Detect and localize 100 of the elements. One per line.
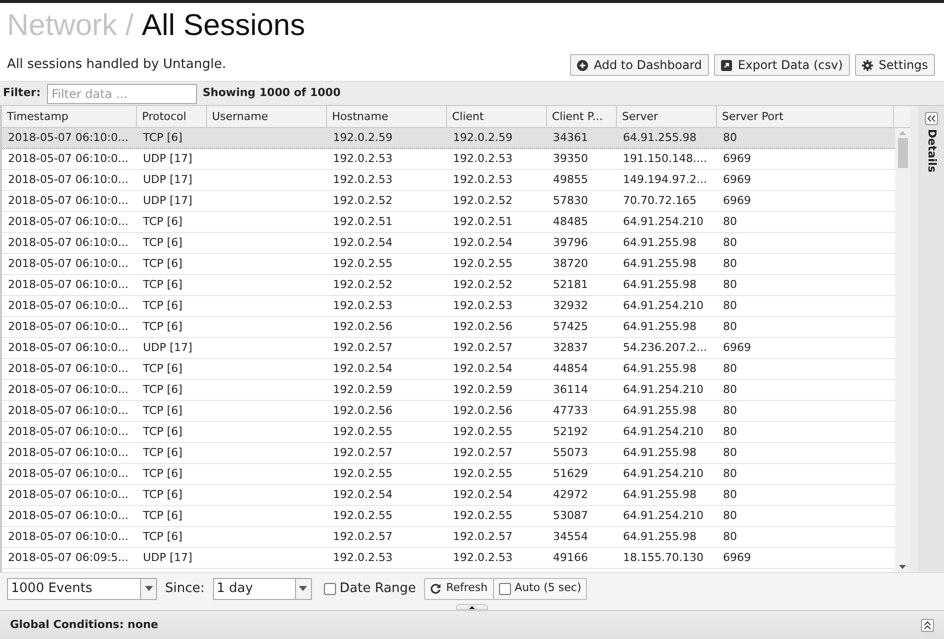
refresh-icon [430, 583, 442, 594]
table-cell: 57830 [553, 194, 588, 207]
table-cell: TCP [6] [143, 320, 182, 333]
table-cell: 2018-05-07 06:10:0... [8, 152, 128, 165]
column-header[interactable]: Timestamp [2, 106, 137, 127]
table-cell: 2018-05-07 06:10:0... [8, 383, 128, 396]
table-cell: TCP [6] [143, 404, 182, 417]
checkbox[interactable] [498, 582, 511, 594]
table-cell: 192.0.2.55 [333, 257, 392, 270]
dropdown[interactable]: 1000 Events [7, 578, 157, 600]
table-cell: UDP [17] [143, 194, 192, 207]
table-cell: 192.0.2.52 [333, 194, 392, 207]
table-cell: TCP [6] [143, 467, 182, 480]
toolbar-button[interactable]: Add to Dashboard [570, 54, 709, 76]
table-cell: 192.0.2.56 [453, 320, 512, 333]
table-cell: 2018-05-07 06:10:0... [8, 488, 128, 501]
table-cell: 2018-05-07 06:10:0... [8, 320, 128, 333]
table-cell: 64.91.254.210 [623, 467, 704, 480]
table-cell: 2018-05-07 06:10:0... [8, 446, 128, 459]
checkbox-label[interactable]: Date Range [340, 578, 416, 598]
table-cell: 192.0.2.56 [333, 404, 392, 417]
table-cell: 192.0.2.54 [333, 362, 392, 375]
global-conditions-bar[interactable]: Global Conditions: none [0, 610, 944, 639]
toolbar-button[interactable]: Settings [854, 54, 935, 76]
table-cell: 6969 [723, 173, 751, 186]
table-cell: 191.150.148.... [623, 152, 707, 165]
plus-circle-icon [576, 60, 588, 70]
table-cell: 192.0.2.52 [453, 278, 512, 291]
table-cell: TCP [6] [143, 383, 182, 396]
table-cell: 149.194.97.2... [623, 173, 707, 186]
scroll-down-icon[interactable] [899, 565, 906, 569]
table-cell: 2018-05-07 06:10:0... [8, 341, 128, 354]
table-cell: 6969 [723, 194, 751, 207]
table-cell: 2018-05-07 06:09:5... [8, 551, 128, 564]
table-cell: UDP [17] [143, 173, 192, 186]
column-header[interactable]: Hostname [327, 106, 447, 127]
column-header[interactable]: Server [617, 106, 717, 127]
filter-field[interactable]: Filter data ... [46, 84, 197, 104]
table-cell: 80 [723, 530, 737, 543]
table-cell: 80 [723, 488, 737, 501]
column-header[interactable]: Client P... [547, 106, 617, 127]
table-cell: 80 [723, 131, 737, 144]
table-cell: 36114 [553, 383, 588, 396]
dropdown[interactable]: 1 day [212, 578, 312, 600]
table-cell: TCP [6] [143, 530, 182, 543]
table-cell: 2018-05-07 06:10:0... [8, 215, 128, 228]
checkbox[interactable] [324, 582, 336, 594]
table-cell: 80 [723, 362, 737, 375]
table-cell: 44854 [553, 362, 588, 375]
table-cell: 2018-05-07 06:10:0... [8, 404, 128, 417]
collapse-icon[interactable] [924, 112, 938, 125]
refresh-button[interactable]: Refresh [425, 578, 494, 598]
table-cell: 192.0.2.55 [453, 425, 512, 438]
table-row[interactable]: 2018-05-07 06:10:0... TCP [6] 192.0.2.59 192.0.2.59 34361 64.91.255.98 80 [2, 128, 895, 149]
table-cell: 192.0.2.54 [333, 236, 392, 249]
table-cell: 32932 [553, 299, 588, 312]
table-cell: TCP [6] [143, 299, 182, 312]
caret-icon [299, 586, 308, 591]
checkbox-label[interactable]: Auto (5 sec) [514, 580, 582, 597]
table-cell: 192.0.2.59 [333, 383, 392, 396]
column-header[interactable]: Client [447, 106, 547, 127]
collapse-icon[interactable] [921, 618, 934, 632]
table-cell: 34554 [553, 530, 588, 543]
table-cell: 6969 [723, 152, 751, 165]
table-cell: 2018-05-07 06:10:0... [8, 299, 128, 312]
table-cell: 39350 [553, 152, 588, 165]
global-conditions: Global Conditions: none [10, 616, 160, 633]
toolbar-button[interactable]: Export Data (csv) [714, 54, 850, 76]
caret-icon [144, 586, 152, 591]
table-cell: TCP [6] [143, 362, 182, 375]
table-cell: 64.91.255.98 [623, 278, 696, 291]
description: All sessions handled by Untangle. [7, 56, 228, 74]
column-header[interactable]: Server Port [717, 106, 894, 127]
table-cell: 64.91.255.98 [623, 131, 696, 144]
table-cell: 51629 [553, 467, 588, 480]
table-cell: 57425 [553, 320, 588, 333]
table-cell: 192.0.2.53 [453, 152, 512, 165]
table-cell: 64.91.254.210 [623, 215, 704, 228]
scroll-thumb[interactable] [898, 138, 908, 168]
table-cell: 6969 [723, 551, 751, 564]
table-cell: 192.0.2.53 [333, 299, 392, 312]
details-panel[interactable]: Details [918, 106, 944, 572]
table-cell: 192.0.2.55 [453, 467, 512, 480]
table-cell: TCP [6] [143, 509, 182, 522]
table-cell: 192.0.2.53 [333, 173, 392, 186]
table-cell: 192.0.2.54 [333, 488, 392, 501]
table-cell: 64.91.255.98 [623, 404, 696, 417]
table-cell: 49166 [553, 551, 588, 564]
table-cell: 64.91.255.98 [623, 362, 696, 375]
result-count: Showing 1000 of 1000 [202, 85, 341, 102]
table-cell: 192.0.2.53 [333, 152, 392, 165]
column-header[interactable]: Protocol [137, 106, 207, 127]
scrollbar[interactable] [895, 128, 910, 572]
table-cell: 192.0.2.57 [333, 530, 392, 543]
table-cell: 192.0.2.57 [453, 341, 512, 354]
table-cell: 64.91.254.210 [623, 425, 704, 438]
table-cell: 192.0.2.55 [453, 257, 512, 270]
table-cell: TCP [6] [143, 278, 182, 291]
table-cell: 192.0.2.54 [453, 236, 512, 249]
column-header[interactable]: Username [207, 106, 327, 127]
